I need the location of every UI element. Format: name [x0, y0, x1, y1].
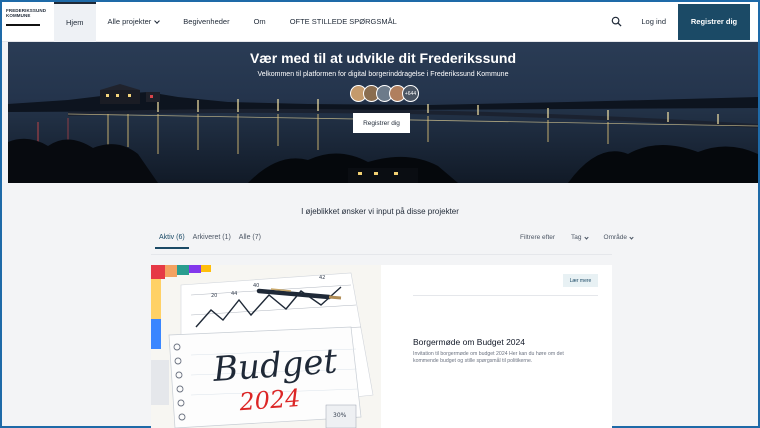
svg-text:42: 42 — [319, 275, 325, 281]
hero-banner: Vær med til at udvikle dit Frederikssund… — [8, 42, 758, 183]
tag-filter-dropdown[interactable]: Tag — [563, 234, 589, 241]
tab-archived[interactable]: Arkiveret (1) — [189, 234, 235, 249]
top-navigation: FREDERIKSSUND KOMMUNE Hjem Alle projekte… — [2, 1, 758, 42]
participant-avatars: +644 — [350, 85, 419, 102]
project-card-image: 20 44 40 42 Budget 2024 30% — [151, 265, 381, 428]
project-description: Invitation til borgermøde om budget 2024… — [413, 351, 564, 364]
nav-about[interactable]: Om — [242, 2, 278, 42]
tab-active[interactable]: Aktiv (6) — [155, 234, 189, 249]
project-card[interactable]: 20 44 40 42 Budget 2024 30% Lær mere Bor… — [151, 265, 612, 428]
percent-note: 30% — [333, 412, 347, 419]
municipality-logo[interactable]: FREDERIKSSUND KOMMUNE — [2, 2, 46, 42]
register-button[interactable]: Registrer dig — [678, 3, 750, 40]
login-link[interactable]: Log ind — [629, 17, 678, 26]
nav-events[interactable]: Begivenheder — [171, 2, 241, 42]
hero-title: Vær med til at udvikle dit Frederikssund — [249, 50, 517, 66]
svg-text:20: 20 — [211, 293, 217, 299]
nav-about-label: Om — [253, 17, 266, 26]
hero-register-button[interactable]: Registrer dig — [353, 113, 410, 133]
logo-line-1: FREDERIKSSUND — [6, 7, 47, 13]
nav-home-label: Hjem — [66, 18, 84, 27]
budget-year: 2024 — [237, 384, 301, 416]
project-filters: Filtrere efter Tag Område — [512, 234, 634, 241]
tabs-divider — [151, 254, 612, 255]
projects-heading: I øjeblikket ønsker vi input på disse pr… — [301, 207, 459, 216]
nav-events-label: Begivenheder — [183, 17, 230, 26]
nav-faq-label: OFTE STILLEDE SPØRGSMÅL — [289, 17, 397, 26]
svg-text:40: 40 — [253, 283, 259, 289]
area-filter-dropdown[interactable]: Område — [596, 234, 634, 241]
search-button[interactable] — [603, 2, 629, 42]
card-divider — [413, 295, 598, 296]
project-tabs: Aktiv (6) Arkiveret (1) Alle (7) — [155, 234, 265, 249]
hero-subtitle: Velkommen til platformen for digital bor… — [257, 71, 509, 78]
tag-filter-label: Tag — [571, 234, 582, 241]
svg-text:44: 44 — [231, 291, 237, 297]
participant-count-badge: +644 — [402, 85, 419, 102]
nav-all-projects-label: Alle projekter — [107, 17, 152, 26]
project-title[interactable]: Borgermøde om Budget 2024 — [413, 337, 525, 347]
chevron-down-icon — [154, 17, 161, 24]
nav-faq[interactable]: OFTE STILLEDE SPØRGSMÅL — [278, 2, 409, 42]
learn-more-button[interactable]: Lær mere — [563, 274, 598, 287]
logo-line-2: KOMMUNE — [6, 12, 31, 18]
nav-all-projects[interactable]: Alle projekter — [96, 2, 172, 42]
chevron-down-icon — [629, 235, 634, 240]
area-filter-label: Område — [603, 234, 628, 241]
chevron-down-icon — [583, 235, 589, 240]
search-icon — [611, 16, 622, 27]
tab-all[interactable]: Alle (7) — [235, 234, 265, 249]
project-card-body: Lær mere Borgermøde om Budget 2024 Invit… — [381, 265, 612, 428]
budget-illustration: 20 44 40 42 Budget 2024 30% — [151, 265, 374, 428]
nav-home[interactable]: Hjem — [54, 1, 96, 42]
filter-label: Filtrere efter — [520, 234, 556, 241]
logo-mark — [6, 23, 40, 26]
